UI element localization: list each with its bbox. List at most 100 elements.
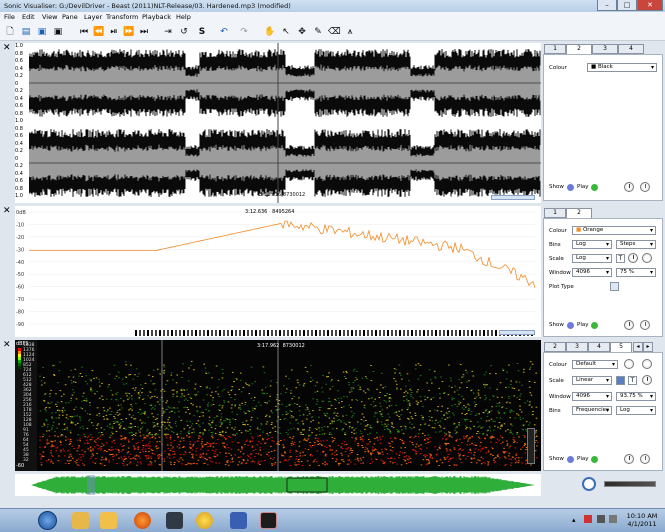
loop-icon[interactable]: ↺ [178,26,190,38]
overview-pane[interactable] [15,474,541,496]
tab-scroll-left-icon[interactable]: ◂ [633,342,643,352]
gain-dial[interactable] [642,375,652,385]
open-icon[interactable]: ▤ [20,26,32,38]
spectrum-graph[interactable]: 0dB-10-20-30-40-50-60-70-80-90 [15,206,541,337]
start-button-icon[interactable] [38,511,57,530]
overview-waveform[interactable] [15,474,541,496]
solo-icon[interactable]: S [196,26,208,38]
move-tool-icon[interactable]: ✥ [296,26,308,38]
tab-layer-4[interactable]: 4 [588,342,610,352]
fast-forward-icon[interactable]: ⏩ [123,26,135,38]
gain-dial[interactable] [628,253,638,263]
bins-select[interactable]: Log [572,240,612,249]
pan-dial[interactable] [640,320,650,330]
close-pane-3-icon[interactable]: ✕ [3,340,11,350]
threshold-icon[interactable]: T [616,254,625,263]
messenger-icon[interactable] [196,512,213,529]
play-toggle[interactable] [591,456,598,463]
playback-speed-dial[interactable] [582,477,596,491]
new-file-icon[interactable]: 🗋 [4,26,16,38]
window-size-select[interactable]: 4096 [572,268,612,277]
colour-rotation-dial[interactable] [642,253,652,263]
tab-scroll-right-icon[interactable]: ▸ [643,342,653,352]
tab-spectrum[interactable]: 2 [566,208,592,218]
menu-edit[interactable]: Edit [22,13,35,21]
close-button[interactable]: ✕ [637,0,663,11]
sonic-visualiser-taskbar-icon[interactable] [260,512,277,529]
select-tool-icon[interactable]: ↖ [280,26,292,38]
floppy-save-icon[interactable] [230,512,247,529]
pan-dial[interactable] [640,182,650,192]
navigate-tool-icon[interactable]: ✋ [264,26,276,38]
redo-icon[interactable]: ↷ [238,26,250,38]
menu-file[interactable]: File [4,13,15,21]
spectrogram-graph[interactable]: 1638137611241024852724612512428362304256… [15,340,541,471]
firefox-icon[interactable] [134,512,151,529]
show-toggle[interactable] [567,456,574,463]
menu-playback[interactable]: Playback [142,13,171,21]
tab-ruler[interactable]: 1 [544,44,566,54]
show-toggle[interactable] [567,322,574,329]
colour-select[interactable]: Default [572,360,618,369]
waveform-graph[interactable] [15,43,541,203]
colour-select[interactable]: ■ Black [587,63,657,72]
bins-select[interactable]: Frequencies [572,406,612,415]
play-toggle[interactable] [591,184,598,191]
system-clock[interactable]: 10:10 AM 4/1/2011 [622,512,662,528]
media-player-icon[interactable] [100,512,117,529]
tab-layer-3[interactable]: 3 [592,44,618,54]
forward-end-icon[interactable]: ⏭ [138,26,150,38]
spectrogram-pane[interactable]: 1638 1376 1124 1024 852 724 612 512 428 362 304 256… [15,340,541,471]
explorer-icon[interactable] [72,512,89,529]
tab-layer-3[interactable]: 3 [566,342,588,352]
play-pause-icon[interactable]: ⏯ [108,26,120,38]
vertical-zoom-slider[interactable] [527,428,535,464]
brightness-dial[interactable] [642,359,652,369]
draw-tool-icon[interactable]: ✎ [312,26,324,38]
scale-select[interactable]: Log [572,254,612,263]
save-as-icon[interactable]: ▣ [52,26,64,38]
plot-type-icon[interactable] [610,282,619,291]
window-size-select[interactable]: 4096 [572,392,612,401]
tab-layer-2[interactable]: 2 [544,342,566,352]
close-pane-2-icon[interactable]: ✕ [3,206,11,216]
normalize-icon[interactable] [616,376,625,385]
tab-waveform[interactable]: 2 [566,44,592,54]
menu-pane[interactable]: Pane [62,13,78,21]
play-selection-icon[interactable]: ⇥ [162,26,174,38]
frequency-scale-select[interactable]: Log [616,406,656,415]
gain-dial[interactable] [624,182,634,192]
gain-dial[interactable] [624,320,634,330]
colour-rotation-dial[interactable] [624,359,634,369]
play-toggle[interactable] [591,322,598,329]
pan-dial[interactable] [640,454,650,464]
scale-select[interactable]: Linear [572,376,612,385]
colour-select[interactable]: ■ Orange [572,226,656,235]
gain-dial[interactable] [624,454,634,464]
threshold-icon[interactable]: T [628,376,637,385]
tray-arrow-icon[interactable]: ▴ [572,516,576,524]
rewind-start-icon[interactable]: ⏮ [78,26,90,38]
tray-network-icon[interactable] [597,515,605,523]
erase-tool-icon[interactable]: ⌫ [328,26,341,38]
horizontal-zoom-slider[interactable] [491,195,535,200]
tray-flag-icon[interactable] [584,515,592,523]
menu-transform[interactable]: Transform [106,13,138,21]
close-pane-1-icon[interactable]: ✕ [3,43,11,53]
steam-icon[interactable] [166,512,183,529]
menu-view[interactable]: View [42,13,57,21]
maximize-button[interactable]: □ [617,0,637,11]
window-overlap-select[interactable]: 93.75 % [616,392,656,401]
minimize-button[interactable]: – [597,0,617,11]
tab-spectrogram[interactable]: 5 [610,342,632,352]
tab-layer-4[interactable]: 4 [618,44,644,54]
spectrum-pane[interactable]: 0dB -10 -20 -30 -40 -50 -60 -70 -80 -90 3:12.636 … [15,206,541,337]
undo-icon[interactable]: ↶ [218,26,230,38]
show-toggle[interactable] [567,184,574,191]
measure-tool-icon[interactable]: ⩚ [344,26,356,38]
bin-display-select[interactable]: Steps [616,240,656,249]
waveform-pane[interactable]: 1.0 0.8 0.6 0.4 0.2 0 0.2 0.4 0.6 0.8 1.0 0.8 0.6 0.4… [15,43,541,203]
tray-volume-icon[interactable] [609,515,617,523]
rewind-icon[interactable]: ⏪ [93,26,105,38]
tab-spectrum-ruler[interactable]: 1 [544,208,566,218]
